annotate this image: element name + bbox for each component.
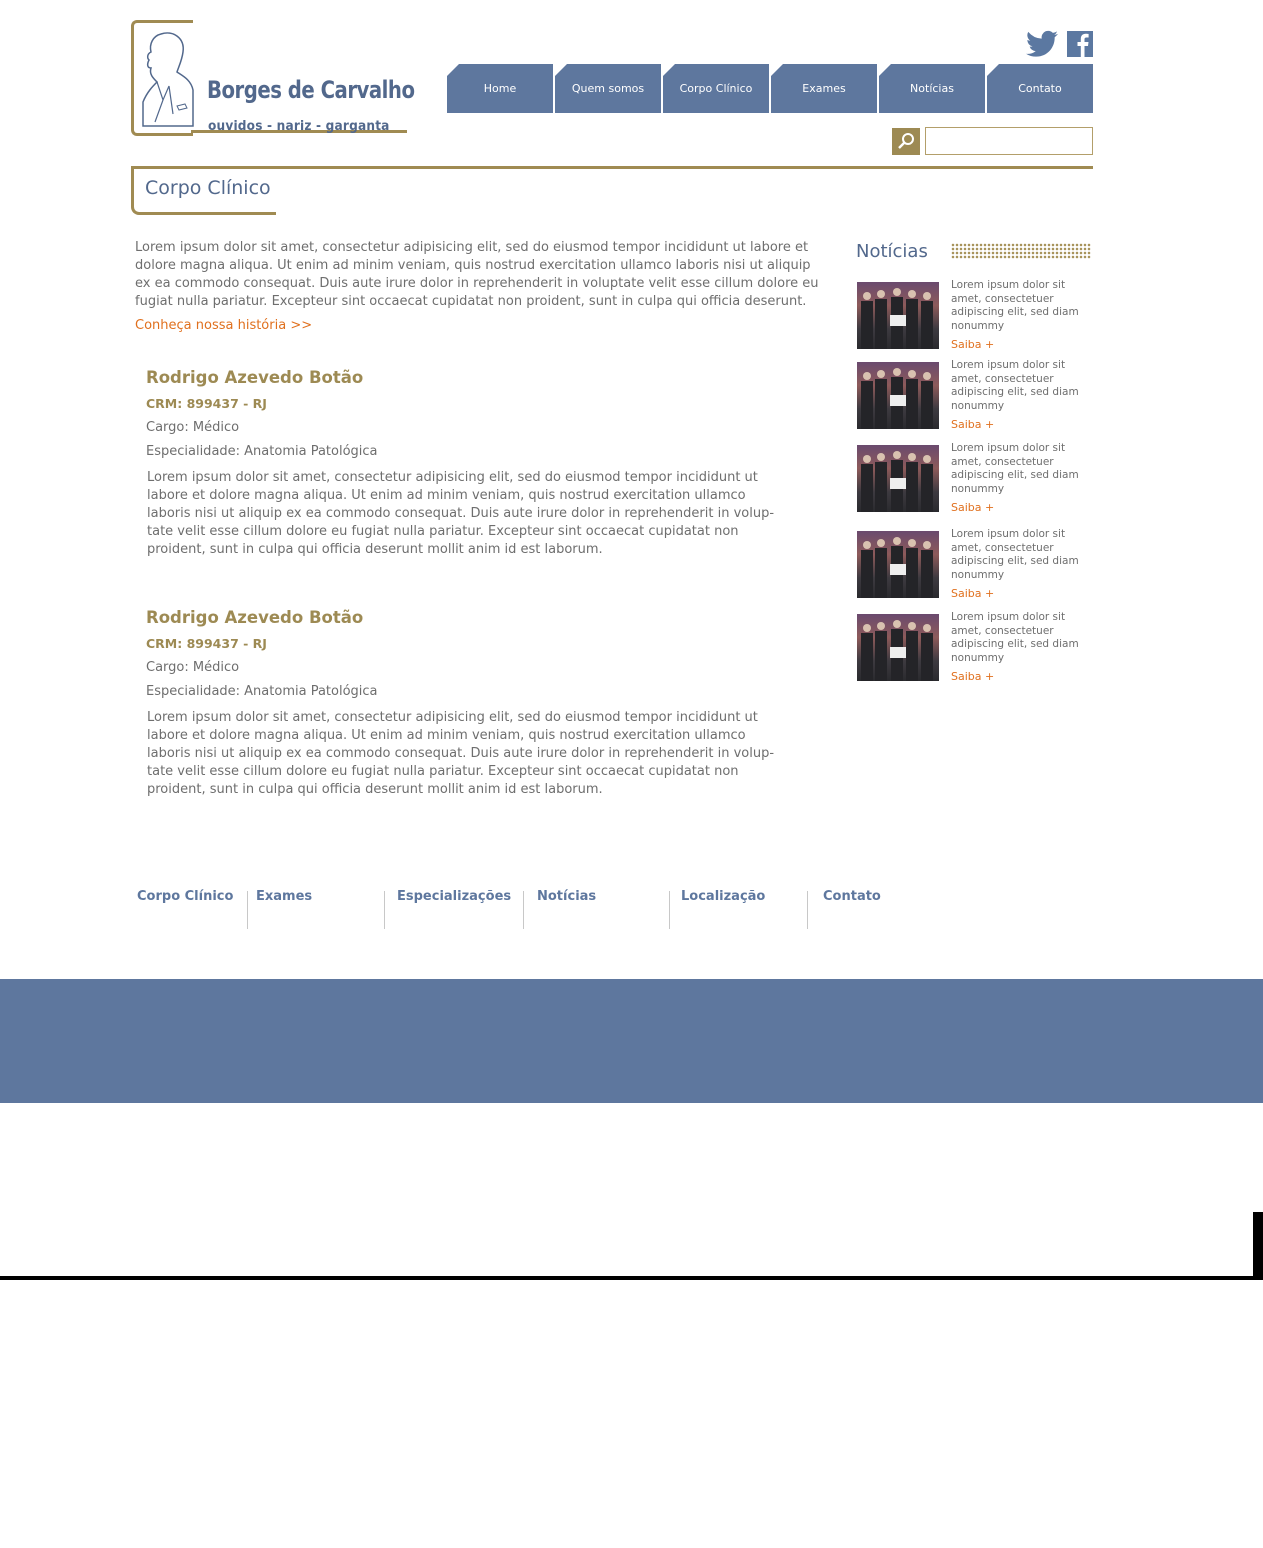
news-thumbnail[interactable] — [857, 531, 939, 598]
news-text: Lorem ipsum dolor sit amet, consectetuer… — [951, 442, 1079, 495]
footer-link-noticias[interactable]: Notícias — [537, 889, 596, 904]
sidebar-title: Notícias — [856, 241, 928, 262]
footer-link-exames[interactable]: Exames — [256, 889, 312, 904]
page-edge-bar — [1253, 1212, 1263, 1280]
footer-link-contato[interactable]: Contato — [823, 889, 881, 904]
footer-separator — [807, 891, 808, 929]
footer-link-localizacao[interactable]: Localização — [681, 889, 765, 904]
footer-link-especializacoes[interactable]: Especializações — [397, 889, 511, 904]
nav-item-corpo-clinico[interactable]: Corpo Clínico — [663, 64, 769, 113]
page-edge-line — [0, 1276, 1263, 1280]
doctor-crm: CRM: 899437 - RJ — [146, 396, 267, 411]
logo-brand: Borges de Carvalho — [207, 76, 415, 104]
footer-link-corpo-clinico[interactable]: Corpo Clínico — [137, 889, 233, 904]
page-title: Corpo Clínico — [145, 177, 271, 199]
nav-item-contato[interactable]: Contato — [987, 64, 1093, 113]
dotted-divider — [951, 243, 1091, 259]
news-text: Lorem ipsum dolor sit amet, consectetuer… — [951, 528, 1079, 581]
nav-item-quem-somos[interactable]: Quem somos — [555, 64, 661, 113]
news-item: Lorem ipsum dolor sit amet, consectetuer… — [857, 279, 1093, 356]
doctor-cargo: Cargo: Médico — [146, 660, 240, 675]
nav-item-home[interactable]: Home — [447, 64, 553, 113]
news-more-link[interactable]: Saiba + — [951, 418, 994, 431]
news-more-link[interactable]: Saiba + — [951, 501, 994, 514]
history-link[interactable]: Conheça nossa história >> — [135, 318, 312, 333]
twitter-icon[interactable] — [1026, 30, 1058, 58]
doctor-cargo: Cargo: Médico — [146, 420, 240, 435]
profile-silhouette-icon — [142, 32, 194, 127]
news-item: Lorem ipsum dolor sit amet, consectetuer… — [857, 528, 1093, 605]
news-text: Lorem ipsum dolor sit amet, consectetuer… — [951, 359, 1079, 412]
search-button[interactable] — [892, 128, 920, 155]
nav-item-exames[interactable]: Exames — [771, 64, 877, 113]
doctor-name: Rodrigo Azevedo Botão — [146, 368, 364, 387]
news-thumbnail[interactable] — [857, 362, 939, 429]
footer-band — [0, 979, 1263, 1103]
doctor-name: Rodrigo Azevedo Botão — [146, 608, 364, 627]
nav-item-noticias[interactable]: Notícias — [879, 64, 985, 113]
footer-separator — [523, 891, 524, 929]
news-text: Lorem ipsum dolor sit amet, consectetuer… — [951, 279, 1079, 332]
news-more-link[interactable]: Saiba + — [951, 587, 994, 600]
doctor-especialidade: Especialidade: Anatomia Patológica — [146, 684, 378, 699]
news-item: Lorem ipsum dolor sit amet, consectetuer… — [857, 359, 1093, 436]
doctor-bio: Lorem ipsum dolor sit amet, consectetur … — [147, 470, 775, 557]
logo[interactable]: Borges de Carvalho ouvidos - nariz - gar… — [131, 20, 415, 138]
doctor-crm: CRM: 899437 - RJ — [146, 636, 267, 651]
news-more-link[interactable]: Saiba + — [951, 338, 994, 351]
news-more-link[interactable]: Saiba + — [951, 670, 994, 683]
news-thumbnail[interactable] — [857, 282, 939, 349]
facebook-icon[interactable] — [1067, 31, 1093, 57]
news-item: Lorem ipsum dolor sit amet, consectetuer… — [857, 611, 1093, 688]
news-item: Lorem ipsum dolor sit amet, consectetuer… — [857, 442, 1093, 519]
intro-paragraph: Lorem ipsum dolor sit amet, consectetur … — [135, 240, 819, 309]
logo-tagline: ouvidos - nariz - garganta — [208, 118, 390, 134]
search-input[interactable] — [925, 127, 1093, 155]
search-icon — [898, 133, 914, 149]
footer-separator — [669, 891, 670, 929]
main-nav: Home Quem somos Corpo Clínico Exames Not… — [447, 64, 1093, 113]
footer-separator — [247, 891, 248, 929]
doctor-bio: Lorem ipsum dolor sit amet, consectetur … — [147, 710, 775, 797]
doctor-especialidade: Especialidade: Anatomia Patológica — [146, 444, 378, 459]
news-thumbnail[interactable] — [857, 614, 939, 681]
footer-separator — [384, 891, 385, 929]
news-thumbnail[interactable] — [857, 445, 939, 512]
news-text: Lorem ipsum dolor sit amet, consectetuer… — [951, 611, 1079, 664]
